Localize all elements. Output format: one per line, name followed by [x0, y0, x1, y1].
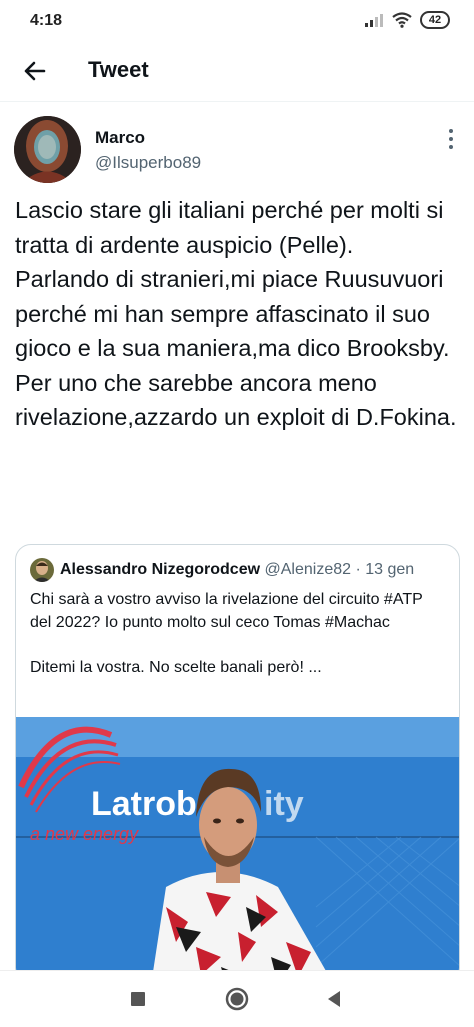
system-back-button[interactable]	[320, 985, 348, 1013]
quote-header: Alessandro Nizegorodcew @Alenize82 · 13 …	[60, 561, 414, 579]
more-options-button[interactable]	[444, 126, 458, 152]
banner-brand-text: Latrob	[91, 785, 197, 823]
quote-author-name: Alessandro Nizegorodcew	[60, 561, 261, 578]
quote-media-image[interactable]: Latrob ity a new energy	[16, 717, 459, 983]
quote-avatar	[30, 558, 54, 582]
wifi-icon	[392, 12, 412, 28]
status-time: 4:18	[30, 12, 63, 29]
back-button[interactable]	[18, 54, 52, 88]
square-recents-icon	[131, 992, 145, 1006]
signal-icon	[365, 14, 383, 27]
home-button[interactable]	[223, 985, 251, 1013]
status-icons: 42	[364, 11, 450, 29]
triangle-back-icon	[328, 991, 340, 1007]
banner-brand-tail-text: ity	[264, 785, 304, 823]
quote-time: 13 gen	[365, 561, 415, 578]
quoted-tweet[interactable]: Alessandro Nizegorodcew @Alenize82 · 13 …	[15, 544, 460, 984]
quote-separator: ·	[355, 561, 361, 578]
quote-author-handle: @Alenize82	[264, 561, 352, 578]
more-vertical-icon	[449, 129, 453, 149]
arrow-left-icon	[24, 61, 46, 81]
author-name[interactable]: Marco	[95, 128, 145, 148]
status-bar: 4:18 42	[0, 0, 474, 42]
system-nav-bar	[0, 970, 474, 1027]
author-handle[interactable]: @Ilsuperbo89	[95, 153, 201, 173]
quote-text: Chi sarà a vostro avviso la rivelazione …	[30, 591, 423, 676]
page-title: Tweet	[88, 57, 149, 82]
recents-button[interactable]	[124, 985, 152, 1013]
avatar[interactable]	[14, 116, 81, 183]
tweet-text: Lascio stare gli italiani perché per mol…	[15, 197, 457, 430]
battery-icon: 42	[420, 11, 450, 29]
circle-home-icon	[225, 987, 249, 1011]
banner-tagline-text: a new energy	[30, 824, 139, 844]
top-app-bar: Tweet	[0, 42, 474, 102]
